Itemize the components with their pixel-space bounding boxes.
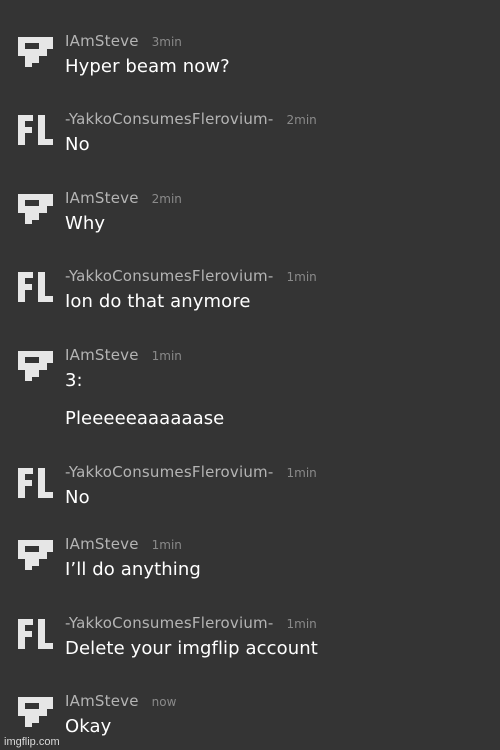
fl-avatar-icon[interactable] — [18, 468, 53, 498]
message-text: Ion do that anymore — [65, 291, 251, 312]
steve-avatar-icon[interactable] — [18, 697, 53, 727]
username[interactable]: -YakkoConsumesFlerovium- 1min — [65, 267, 317, 286]
timestamp: 1min — [286, 617, 317, 631]
message-text: Okay — [65, 716, 112, 737]
timestamp: 2min — [286, 113, 317, 127]
steve-avatar-icon[interactable] — [18, 194, 53, 224]
username[interactable]: IAmSteve 2min — [65, 189, 182, 208]
timestamp: now — [151, 695, 177, 709]
message-text: Hyper beam now? — [65, 56, 230, 77]
fl-avatar-icon[interactable] — [18, 619, 53, 649]
username[interactable]: -YakkoConsumesFlerovium- 2min — [65, 110, 317, 129]
username[interactable]: IAmSteve 1min — [65, 535, 182, 554]
username[interactable]: IAmSteve 1min — [65, 346, 182, 365]
message-text: I’ll do anything — [65, 559, 201, 580]
username[interactable]: -YakkoConsumesFlerovium- 1min — [65, 463, 317, 482]
message-text: Delete your imgflip account — [65, 638, 318, 659]
username[interactable]: IAmSteve 3min — [65, 32, 182, 51]
imgflip-watermark: imgflip.com — [4, 736, 60, 748]
username[interactable]: -YakkoConsumesFlerovium- 1min — [65, 614, 317, 633]
message-text: 3: — [65, 370, 83, 391]
message-text: No — [65, 134, 90, 155]
message-text: No — [65, 487, 90, 508]
timestamp: 2min — [151, 192, 182, 206]
message-text: Pleeeeeaaaaaase — [65, 408, 225, 429]
fl-avatar-icon[interactable] — [18, 272, 53, 302]
timestamp: 1min — [286, 466, 317, 480]
steve-avatar-icon[interactable] — [18, 540, 53, 570]
message-text: Why — [65, 213, 106, 234]
steve-avatar-icon[interactable] — [18, 37, 53, 67]
timestamp: 3min — [151, 35, 182, 49]
username[interactable]: IAmSteve now — [65, 692, 176, 711]
steve-avatar-icon[interactable] — [18, 351, 53, 381]
fl-avatar-icon[interactable] — [18, 115, 53, 145]
timestamp: 1min — [286, 270, 317, 284]
timestamp: 1min — [151, 538, 182, 552]
timestamp: 1min — [151, 349, 182, 363]
